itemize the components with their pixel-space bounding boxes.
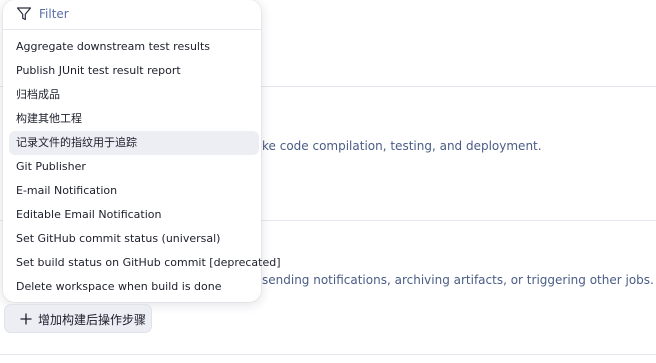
menu-item-build-other-projects[interactable]: 构建其他工程 [9,107,259,131]
section-divider [0,354,656,355]
plus-icon [20,313,32,325]
add-post-build-step-button[interactable]: 增加构建后操作步骤 [4,304,152,333]
menu-item-archive-artifacts[interactable]: 归档成品 [9,83,259,107]
add-post-build-step-label: 增加构建后操作步骤 [38,313,147,327]
section-description: ke code compilation, testing, and deploy… [262,139,542,153]
page: ke code compilation, testing, and deploy… [0,0,656,363]
menu-item-aggregate-downstream-test-results[interactable]: Aggregate downstream test results [9,35,259,59]
post-build-action-dropdown: Aggregate downstream test results Publis… [3,0,281,302]
menu-item-publish-junit-report[interactable]: Publish JUnit test result report [9,59,259,83]
menu-item-set-github-commit-status[interactable]: Set GitHub commit status (universal) [9,227,259,251]
section-description: sending notifications, archiving artifac… [262,273,654,287]
menu-list: Aggregate downstream test results Publis… [9,35,281,299]
filter-row [3,0,261,30]
menu-item-editable-email-notification[interactable]: Editable Email Notification [9,203,259,227]
filter-input[interactable] [39,4,249,24]
menu-item-delete-workspace[interactable]: Delete workspace when build is done [9,275,259,299]
menu-item-email-notification[interactable]: E-mail Notification [9,179,259,203]
menu-item-set-build-status-github-deprecated[interactable]: Set build status on GitHub commit [depre… [9,251,281,275]
filter-icon [16,7,32,21]
menu-item-record-fingerprints[interactable]: 记录文件的指纹用于追踪 [9,131,259,155]
menu-item-git-publisher[interactable]: Git Publisher [9,155,259,179]
